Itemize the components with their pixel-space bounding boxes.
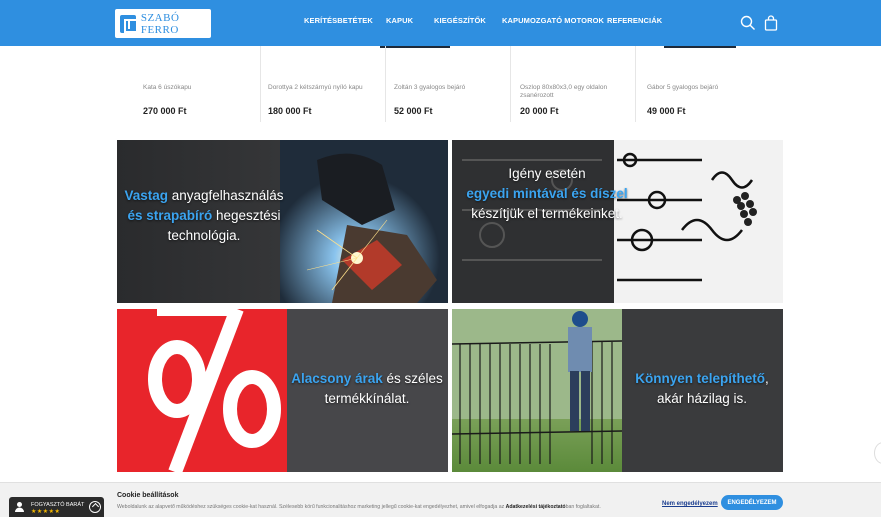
cookie-text: Weboldalunk az alapvető működéshez szüks… [117,504,601,510]
product-price: 20 000 Ft [520,106,559,116]
nav-item-kiegeszitok[interactable]: KIEGÉSZÍTŐK [434,16,486,25]
scroll-up-button[interactable] [874,442,881,464]
product-name[interactable]: Kata 6 úszókapu [143,84,253,100]
banner-caption: Vastag anyagfelhasználás és strapabíró h… [124,188,284,243]
product-price: 52 000 Ft [394,106,433,116]
product-card[interactable]: Zoltán 3 gyalogos bejáró 52 000 Ft [394,84,504,116]
banner-caption: Alacsony árak és széles termékkínálat. [291,371,443,406]
cookie-title: Cookie beállítások [117,492,179,499]
cookie-bar: Cookie beállítások Weboldalunk az alapve… [0,482,881,517]
product-name[interactable]: Gábor 5 gyalogos bejáró [647,84,757,100]
product-divider [385,46,386,122]
banner-install[interactable]: Könnyen telepíthető, akár házilag is. [452,309,783,472]
banner-caption: Könnyen telepíthető, akár házilag is. [635,371,769,406]
product-name[interactable]: Oszlop 80x80x3,0 egy oldalon zsanérozott [520,84,620,100]
site-header: SZABÓ FERRO KERÍTÉSBETÉTEK KAPUK KIEGÉSZ… [0,0,881,46]
product-price: 180 000 Ft [268,106,312,116]
cookie-accept-button[interactable]: ENGEDÉLYEZEM [721,495,783,510]
trust-badge[interactable]: FOGYASZTÓ BARÁT ★★★★★ [9,497,104,517]
product-price: 270 000 Ft [143,106,187,116]
page: SZABÓ FERRO KERÍTÉSBETÉTEK KAPUK KIEGÉSZ… [0,0,881,517]
product-divider [510,46,511,122]
nav-item-keritesbetetek[interactable]: KERÍTÉSBETÉTEK [304,16,373,25]
product-card[interactable]: Oszlop 80x80x3,0 egy oldalon zsanérozott… [520,84,620,116]
product-divider [260,46,261,122]
banner-prices[interactable]: Alacsony árak és széles termékkínálat. [117,309,448,472]
product-image-edge [380,46,450,48]
product-name[interactable]: Dorottya 2 kétszárnyú nyíló kapu [268,84,378,100]
product-name[interactable]: Zoltán 3 gyalogos bejáró [394,84,504,100]
cookie-decline-button[interactable]: Nem engedélyezem [662,501,718,507]
product-card[interactable]: Kata 6 úszókapu 270 000 Ft [143,84,253,116]
nav-item-referenciak[interactable]: REFERENCIÁK [607,16,662,25]
shopping-bag-icon[interactable] [763,15,779,31]
user-icon [15,502,24,512]
banner-ornaments[interactable]: Igény esetén egyedi mintával és díszel k… [452,140,783,303]
product-price: 49 000 Ft [647,106,686,116]
banner-caption: Igény esetén egyedi mintával és díszel k… [466,166,628,221]
search-icon[interactable] [740,15,756,31]
product-image-edge [664,46,736,48]
privacy-link[interactable]: Adatkezelési tájékoztató [506,504,566,510]
product-divider [635,46,636,122]
product-card[interactable]: Dorottya 2 kétszárnyú nyíló kapu 180 000… [268,84,378,116]
nav-item-kapuk[interactable]: KAPUK [386,16,413,25]
badge-stars: ★★★★★ [31,509,61,515]
banner-welding[interactable]: Vastag anyagfelhasználás és strapabíró h… [117,140,448,303]
chevron-up-icon[interactable] [89,501,101,513]
product-card[interactable]: Gábor 5 gyalogos bejáró 49 000 Ft [647,84,757,116]
nav-item-kapumozgato-motorok[interactable]: KAPUMOZGATÓ MOTOROK [502,16,604,25]
